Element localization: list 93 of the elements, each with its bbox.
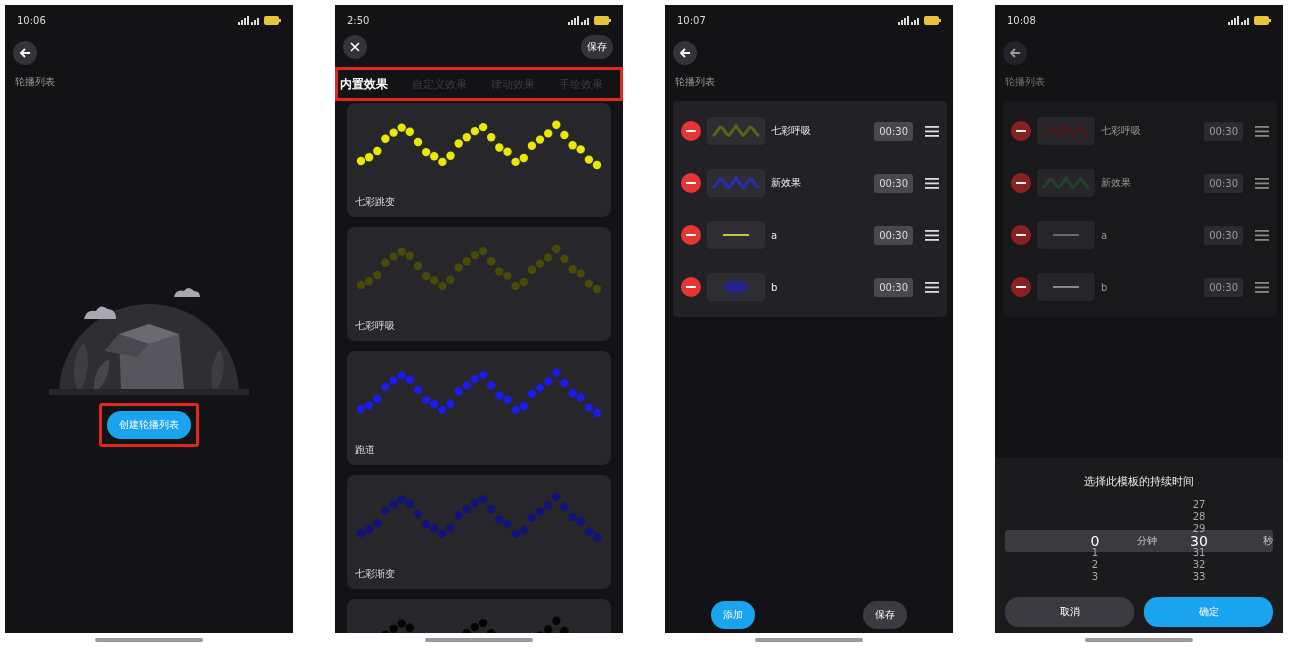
duration-value: 00:30 (1204, 173, 1243, 193)
drag-handle-icon[interactable] (925, 281, 939, 293)
minus-icon (1016, 129, 1026, 133)
remove-button[interactable] (681, 277, 701, 297)
battery-icon (1254, 15, 1271, 25)
drag-handle-icon[interactable] (925, 229, 939, 241)
battery-icon (264, 15, 281, 25)
effect-name: 七彩呼吸 (1101, 124, 1141, 138)
effect-name: 七彩呼吸 (355, 319, 396, 333)
picker-value[interactable]: 32 (1192, 559, 1206, 571)
drag-handle-icon[interactable] (925, 125, 939, 137)
duration-value: 00:30 (874, 277, 913, 297)
duration-value: 00:30 (874, 225, 913, 245)
picker-value[interactable]: 28 (1192, 511, 1206, 523)
drag-handle-icon[interactable] (1255, 125, 1269, 137)
effect-thumbnail (707, 169, 765, 197)
duration-value: 00:30 (1204, 121, 1243, 141)
minus-icon (1016, 233, 1026, 237)
minus-icon (1016, 285, 1026, 289)
arrow-left-icon (679, 47, 691, 59)
effect-name: a (1101, 229, 1108, 241)
unit-label: 分钟 (1137, 534, 1157, 548)
picker-value[interactable]: 30 (1190, 535, 1208, 547)
signal-icon (1228, 15, 1250, 25)
signal-icon (568, 15, 590, 25)
picker-value[interactable]: 31 (1192, 547, 1206, 559)
close-icon (350, 42, 360, 52)
drag-handle-icon[interactable] (925, 177, 939, 189)
remove-button[interactable] (681, 225, 701, 245)
minus-icon (686, 181, 696, 185)
effect-name: a (771, 229, 778, 241)
effect-name: 七彩呼吸 (771, 124, 811, 138)
page-title: 轮播列表 (15, 75, 56, 89)
effect-name: 七彩跳变 (355, 195, 396, 209)
picker-value[interactable]: 29 (1192, 523, 1206, 535)
effect-thumbnail (707, 273, 765, 301)
arrow-left-icon (19, 47, 31, 59)
effect-name: 跑道 (355, 443, 376, 457)
picker-value[interactable]: 27 (1192, 499, 1206, 511)
back-button[interactable] (673, 41, 697, 65)
effect-tab[interactable]: 内置效果 (340, 75, 388, 93)
status-time: 10:06 (17, 14, 46, 26)
minus-icon (686, 285, 696, 289)
effect-thumbnail (1037, 117, 1095, 145)
duration-value: 00:30 (1204, 225, 1243, 245)
picker-value[interactable]: 33 (1192, 571, 1206, 583)
signal-icon (898, 15, 920, 25)
remove-button[interactable] (1011, 277, 1031, 297)
effect-thumbnail (1037, 169, 1095, 197)
remove-button[interactable] (681, 121, 701, 141)
picker-value[interactable]: 1 (1091, 547, 1099, 559)
effect-name: b (1101, 281, 1108, 293)
drag-handle-icon[interactable] (1255, 177, 1269, 189)
back-button[interactable] (1003, 41, 1027, 65)
status-time: 2:50 (347, 14, 370, 26)
effect-name: 新效果 (771, 176, 801, 190)
minus-icon (686, 233, 696, 237)
minus-icon (1016, 181, 1026, 185)
arrow-left-icon (1009, 47, 1021, 59)
effect-name: 新效果 (1101, 176, 1131, 190)
dialog-title: 选择此模板的持续时间 (1083, 474, 1195, 489)
effect-name: 七彩渐变 (355, 567, 396, 581)
status-time: 10:08 (1007, 14, 1036, 26)
drag-handle-icon[interactable] (1255, 281, 1269, 293)
signal-icon (238, 15, 260, 25)
status-time: 10:07 (677, 14, 706, 26)
battery-icon (924, 15, 941, 25)
remove-button[interactable] (1011, 173, 1031, 193)
effect-thumbnail (1037, 273, 1095, 301)
picker-value[interactable]: 2 (1091, 559, 1099, 571)
remove-button[interactable] (1011, 225, 1031, 245)
back-button[interactable] (13, 41, 37, 65)
effect-thumbnail (1037, 221, 1095, 249)
effect-name: b (771, 281, 778, 293)
remove-button[interactable] (681, 173, 701, 193)
drag-handle-icon[interactable] (1255, 229, 1269, 241)
save-button[interactable]: 保存 (581, 35, 613, 59)
picker-value[interactable]: 0 (1090, 535, 1100, 547)
save-button[interactable]: 保存 (863, 601, 907, 629)
effect-thumbnail (707, 221, 765, 249)
effect-thumbnail (707, 117, 765, 145)
page-title: 轮播列表 (675, 75, 716, 89)
minus-icon (686, 129, 696, 133)
duration-value: 00:30 (874, 173, 913, 193)
cancel-button[interactable]: 取消 (1005, 597, 1134, 627)
close-button[interactable] (343, 35, 367, 59)
remove-button[interactable] (1011, 121, 1031, 141)
battery-icon (594, 15, 611, 25)
duration-value: 00:30 (874, 121, 913, 141)
page-title: 轮播列表 (1005, 75, 1046, 89)
duration-value: 00:30 (1204, 277, 1243, 297)
picker-value[interactable]: 3 (1091, 571, 1099, 583)
unit-label: 秒 (1263, 534, 1273, 548)
